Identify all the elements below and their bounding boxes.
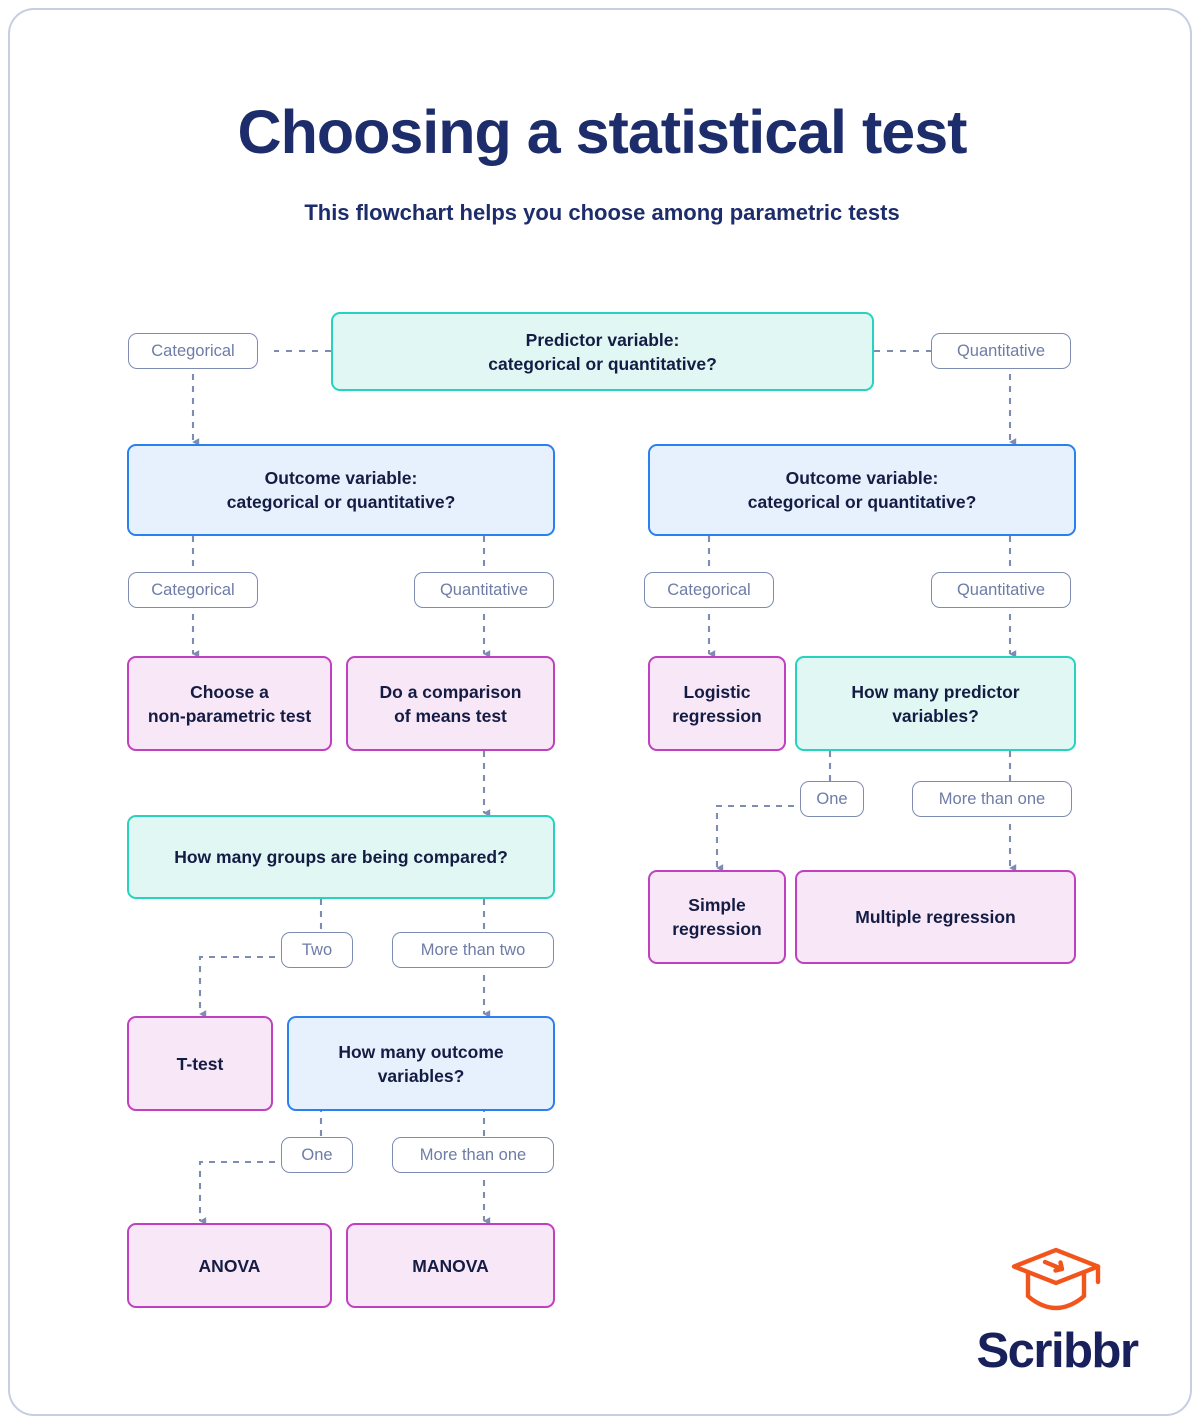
node-label: Simple regression <box>672 895 762 939</box>
pill-text: Two <box>301 941 333 959</box>
pill-text: Quantitative <box>439 581 529 599</box>
node-comparison-of-means[interactable]: Do a comparison of means test <box>346 656 555 751</box>
node-label: Predictor variable: categorical or quant… <box>488 329 717 374</box>
label-left-outcome-quantitative[interactable]: Quantitative <box>414 572 554 608</box>
node-manova[interactable]: MANOVA <box>346 1223 555 1308</box>
infographic-card: Choosing a statistical test This flowcha… <box>8 8 1192 1416</box>
label-outcomes-more-than-one[interactable]: More than one <box>392 1137 554 1173</box>
pill-text: More than one <box>419 1146 527 1164</box>
node-outcome-variable-right[interactable]: Outcome variable: categorical or quantit… <box>648 444 1076 536</box>
node-label: Logistic regression <box>672 681 762 726</box>
node-label: Outcome variable: categorical or quantit… <box>747 468 977 512</box>
node-label: Outcome variable: categorical or quantit… <box>226 468 456 512</box>
node-label: How many predictor variables? <box>851 681 1020 726</box>
label-predictor-quantitative[interactable]: Quantitative <box>931 333 1071 369</box>
label-predictor-categorical[interactable]: Categorical <box>128 333 258 369</box>
node-label: Multiple regression <box>855 907 1016 927</box>
node-label: T-test <box>176 1053 224 1074</box>
label-groups-more-than-two[interactable]: More than two <box>392 932 554 968</box>
pill-text: Categorical <box>151 581 235 599</box>
node-how-many-outcome-variables[interactable]: How many outcome variables? <box>287 1016 555 1111</box>
node-how-many-predictor-variables[interactable]: How many predictor variables? <box>795 656 1076 751</box>
node-label: Do a comparison of means test <box>379 681 522 726</box>
pill-text: One <box>301 1146 333 1164</box>
label-outcomes-one[interactable]: One <box>281 1137 353 1173</box>
node-non-parametric-test[interactable]: Choose a non-parametric test <box>127 656 332 751</box>
label-groups-two[interactable]: Two <box>281 932 353 968</box>
node-predictor-variable[interactable]: Predictor variable: categorical or quant… <box>331 312 874 391</box>
node-t-test[interactable]: T-test <box>127 1016 273 1111</box>
node-logistic-regression[interactable]: Logistic regression <box>648 656 786 751</box>
node-label: Choose a non-parametric test <box>147 681 312 726</box>
pill-text: Categorical <box>151 342 235 360</box>
node-how-many-groups[interactable]: How many groups are being compared? <box>127 815 555 899</box>
node-anova[interactable]: ANOVA <box>127 1223 332 1308</box>
node-label: ANOVA <box>198 1255 261 1276</box>
label-right-outcome-categorical[interactable]: Categorical <box>644 572 774 608</box>
pill-text: More than two <box>420 941 526 959</box>
node-multiple-regression[interactable]: Multiple regression <box>795 870 1076 964</box>
label-predictors-one[interactable]: One <box>800 781 864 817</box>
graduation-cap-icon <box>1011 1247 1101 1311</box>
scribbr-wordmark: Scribbr <box>976 1324 1139 1378</box>
pill-text: One <box>816 790 848 808</box>
pill-text: Quantitative <box>956 342 1046 360</box>
node-outcome-variable-left[interactable]: Outcome variable: categorical or quantit… <box>127 444 555 536</box>
label-right-outcome-quantitative[interactable]: Quantitative <box>931 572 1071 608</box>
scribbr-logo: Scribbr <box>962 1246 1152 1398</box>
pill-text: Categorical <box>667 581 751 599</box>
pill-text: More than one <box>938 790 1046 808</box>
node-simple-regression[interactable]: Simple regression <box>648 870 786 964</box>
node-label: How many outcome variables? <box>338 1041 504 1086</box>
pill-text: Quantitative <box>956 581 1046 599</box>
node-label: How many groups are being compared? <box>174 847 508 867</box>
label-left-outcome-categorical[interactable]: Categorical <box>128 572 258 608</box>
label-predictors-more-than-one[interactable]: More than one <box>912 781 1072 817</box>
node-label: MANOVA <box>412 1255 489 1276</box>
